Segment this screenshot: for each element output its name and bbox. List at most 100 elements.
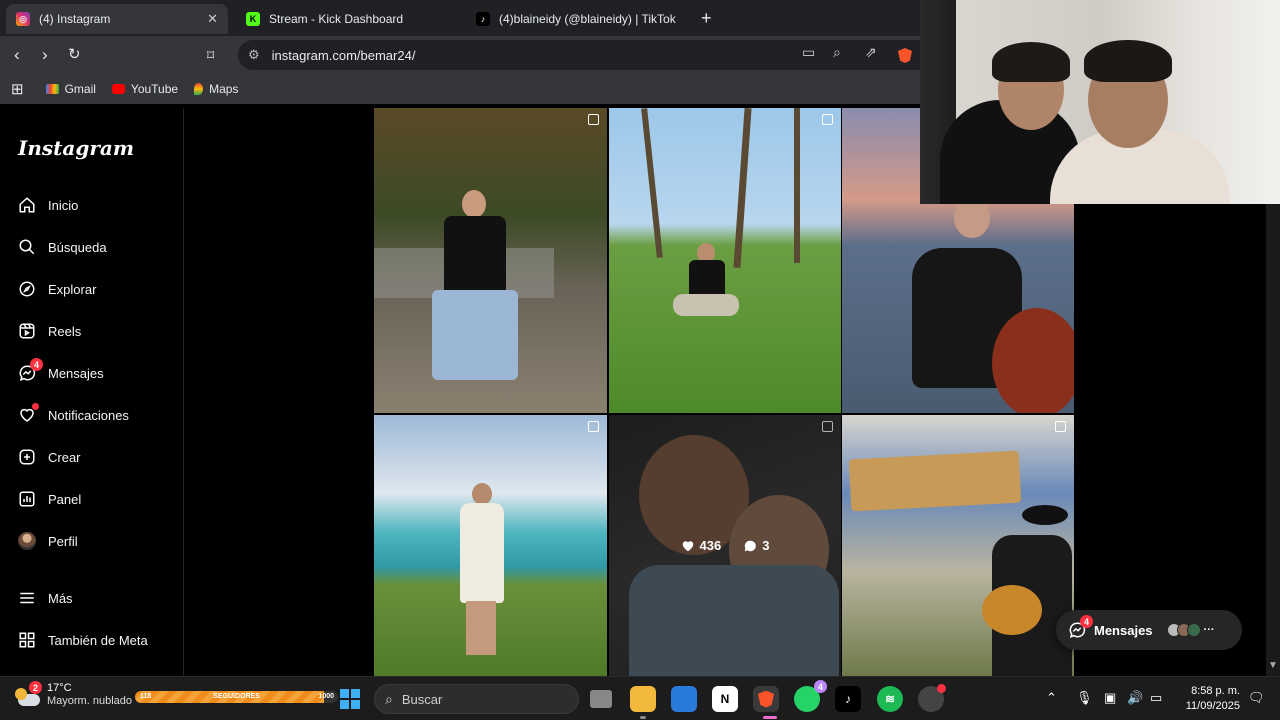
share-icon[interactable]: ⇗ <box>865 44 877 61</box>
apps-grid-icon[interactable]: ⊞ <box>11 80 24 98</box>
nav-label: Más <box>48 590 73 606</box>
system-clock[interactable]: 8:58 p. m. 11/09/2025 <box>1180 684 1240 714</box>
task-view-icon[interactable] <box>590 690 612 708</box>
clock-time: 8:58 p. m. <box>1191 685 1240 697</box>
bookmarks-bar: ⊞ Gmail YouTube Maps <box>0 74 920 104</box>
nav-explorar[interactable]: Explorar <box>18 280 96 298</box>
tab-strip: ◎ (4) Instagram ✕ K Stream - Kick Dashbo… <box>0 0 920 36</box>
likes-value: 436 <box>699 538 722 553</box>
nav-crear[interactable]: Crear <box>18 448 81 466</box>
page-scrollbar[interactable] <box>1266 204 1280 676</box>
post-tile-hovered[interactable]: 436 3 <box>609 415 841 676</box>
bookmark-label: Maps <box>209 82 239 96</box>
reload-icon[interactable]: ↻ <box>68 45 81 65</box>
recent-avatars: ··· <box>1166 623 1215 637</box>
volume-icon[interactable]: 🔊 <box>1127 690 1143 706</box>
running-indicator <box>640 716 646 719</box>
followers-goal-bar: 118 SEGUIDORES 1000 <box>135 691 338 703</box>
weather-description: Mayorm. nublado <box>47 695 132 707</box>
close-icon[interactable]: ✕ <box>207 11 218 27</box>
comments-value: 3 <box>762 538 770 553</box>
bookmark-gmail[interactable]: Gmail <box>45 82 96 96</box>
followers-label: SEGUIDORES <box>213 693 260 700</box>
kick-icon: K <box>246 12 260 26</box>
site-settings-icon[interactable]: ⚙ <box>248 47 260 63</box>
nav-tambien-de-meta[interactable]: También de Meta <box>18 631 148 649</box>
address-bar[interactable]: ⚙ instagram.com/bemar24/ <box>238 40 920 70</box>
network-icon[interactable]: ▣ <box>1104 690 1116 706</box>
whatsapp-icon[interactable]: 4 <box>794 680 827 712</box>
nav-label: Inicio <box>48 197 79 213</box>
nav-label: Búsqueda <box>48 239 107 255</box>
tab-kick[interactable]: K Stream - Kick Dashboard <box>236 4 456 34</box>
nav-inicio[interactable]: Inicio <box>18 196 78 214</box>
cast-icon[interactable]: ▭ <box>802 44 815 61</box>
search-icon: ⌕ <box>385 690 393 707</box>
nav-perfil[interactable]: Perfil <box>18 532 78 550</box>
back-icon[interactable]: ‹ <box>14 45 20 65</box>
nav-label: Mensajes <box>48 365 104 381</box>
maps-icon <box>194 83 204 95</box>
brave-browser-icon[interactable] <box>753 686 779 712</box>
heart-icon <box>18 403 39 424</box>
microphone-icon[interactable]: 🎙 <box>1076 690 1093 706</box>
scroll-down-icon[interactable]: ▼ <box>1268 660 1278 671</box>
plus-square-icon <box>18 448 36 466</box>
nav-notificaciones[interactable]: Notificaciones <box>18 403 129 424</box>
nav-mensajes[interactable]: 4 Mensajes <box>18 358 104 382</box>
messenger-icon: 4 <box>1068 615 1093 639</box>
nav-busqueda[interactable]: Búsqueda <box>18 238 107 256</box>
post-tile[interactable] <box>609 108 841 413</box>
battery-icon[interactable]: ▭ <box>1150 690 1162 706</box>
messenger-icon: 4 <box>18 358 43 382</box>
notion-icon[interactable]: N <box>712 686 738 712</box>
bookmark-youtube[interactable]: YouTube <box>111 82 179 96</box>
nav-label: Reels <box>48 323 82 339</box>
post-tile[interactable] <box>374 108 607 413</box>
recording-dot <box>937 684 946 693</box>
menu-icon <box>18 589 36 607</box>
gmail-icon <box>45 84 59 94</box>
bookmark-label: Gmail <box>64 82 96 96</box>
search-placeholder: Buscar <box>401 691 443 707</box>
obs-icon[interactable] <box>918 684 946 712</box>
multi-post-icon <box>822 114 833 125</box>
new-tab-button[interactable]: + <box>701 8 712 29</box>
compass-icon <box>18 280 36 298</box>
post-tile[interactable] <box>374 415 607 676</box>
bookmark-maps[interactable]: Maps <box>194 82 238 96</box>
post-tile[interactable] <box>842 415 1074 676</box>
tab-title: Stream - Kick Dashboard <box>269 12 404 26</box>
notifications-icon[interactable]: 🗨 <box>1248 690 1265 706</box>
messages-badge: 4 <box>1080 615 1093 628</box>
bookmark-label: YouTube <box>130 82 179 96</box>
tab-instagram[interactable]: ◎ (4) Instagram ✕ <box>6 4 228 34</box>
weather-widget[interactable]: 2 17°C Mayorm. nublado <box>14 681 132 708</box>
chart-icon <box>18 490 36 508</box>
spotify-icon[interactable]: ≋ <box>877 686 903 712</box>
tiktok-icon[interactable]: ♪ <box>835 686 861 712</box>
search-icon <box>18 238 36 256</box>
store-icon[interactable] <box>671 686 697 712</box>
meta-icon <box>18 631 36 649</box>
avatar-icon <box>18 532 36 550</box>
nav-label: Panel <box>48 491 82 507</box>
tab-tiktok[interactable]: ♪ (4)blaineidy (@blaineidy) | TikTok <box>466 4 691 34</box>
forward-icon[interactable]: › <box>42 45 48 65</box>
messages-floating-button[interactable]: 4 Mensajes ··· <box>1056 610 1242 650</box>
reels-icon <box>18 322 36 340</box>
file-explorer-icon[interactable] <box>630 686 656 712</box>
nav-reels[interactable]: Reels <box>18 322 81 340</box>
instagram-logo[interactable]: Instagram <box>18 136 134 160</box>
chevron-up-icon[interactable]: ⌃ <box>1046 690 1057 706</box>
windows-start-icon[interactable] <box>340 689 360 709</box>
tab-title: (4)blaineidy (@blaineidy) | TikTok <box>499 12 676 26</box>
nav-panel[interactable]: Panel <box>18 490 81 508</box>
comment-filled-icon <box>744 540 757 551</box>
heart-filled-icon <box>682 540 693 551</box>
zoom-icon[interactable]: ⌕ <box>833 44 841 61</box>
taskbar-search-input[interactable]: ⌕ Buscar <box>374 684 579 714</box>
nav-mas[interactable]: Más <box>18 589 73 607</box>
temperature: 17°C <box>47 682 72 694</box>
bookmark-icon[interactable]: ⌑ <box>207 45 214 65</box>
